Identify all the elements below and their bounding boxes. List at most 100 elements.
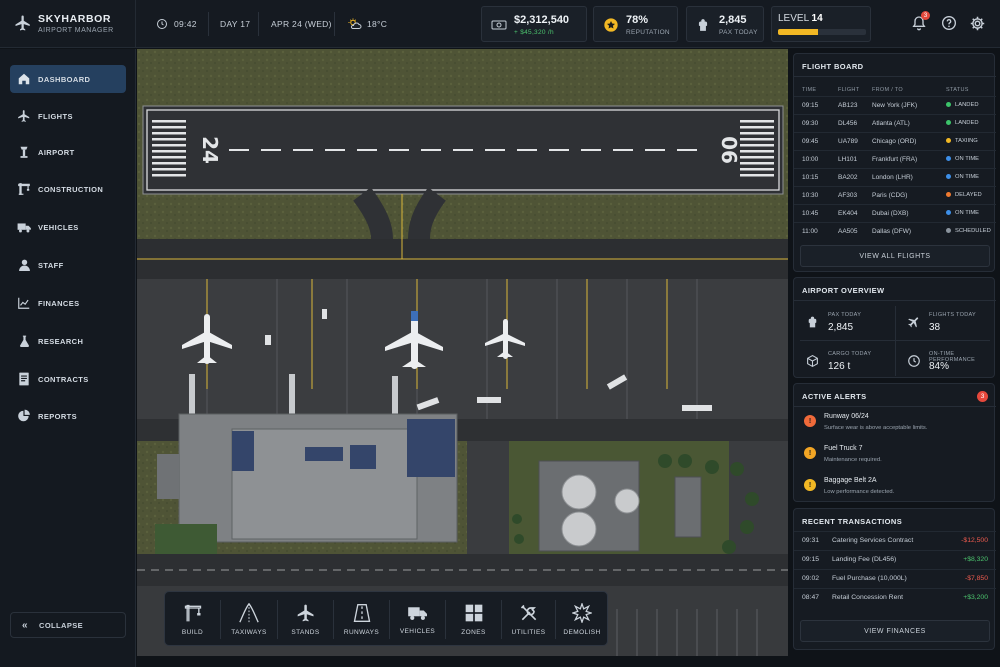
flight-row[interactable]: 09:45 UA789 Chicago (ORD) TAXIING xyxy=(794,132,996,150)
crane-icon xyxy=(184,604,201,622)
level-value: 14 xyxy=(811,13,823,24)
alert-item[interactable]: ! Baggage Belt 2A Low performance detect… xyxy=(794,473,996,505)
top-bar: SKYHARBOR AIRPORT MANAGER 09:42 DAY 17 A… xyxy=(0,0,1000,48)
sidebar-item-vehicles[interactable]: VEHICLES xyxy=(10,213,126,241)
sidebar-item-airport[interactable]: AIRPORT xyxy=(10,138,126,166)
reputation-label: REPUTATION xyxy=(626,29,670,36)
view-finances-button[interactable]: VIEW FINANCES xyxy=(800,620,990,642)
airport-map[interactable]: 24 06 xyxy=(137,49,788,656)
flight-row[interactable]: 09:15 AB123 New York (JFK) LANDED xyxy=(794,96,996,114)
document-icon xyxy=(19,372,29,386)
alerts-count-badge: 3 xyxy=(977,391,988,402)
collapse-label: COLLAPSE xyxy=(39,620,84,630)
overview-on-time: ON-TIME PERFORMANCE 84% xyxy=(895,341,995,381)
help-button[interactable] xyxy=(941,15,957,36)
tool-vehicles[interactable]: VEHICLES xyxy=(390,592,445,647)
help-icon xyxy=(942,16,956,30)
status-dot xyxy=(946,120,951,125)
flight-time: 10:30 xyxy=(802,192,819,199)
cash-icon xyxy=(491,20,507,30)
sidebar-item-label: VEHICLES xyxy=(38,222,79,232)
pax-value: 2,845 xyxy=(719,14,747,26)
tool-zones[interactable]: ZONES xyxy=(446,592,501,647)
tool-stands[interactable]: STANDS xyxy=(278,592,333,647)
sidebar-item-flights[interactable]: FLIGHTS xyxy=(10,102,126,130)
flight-status-text: ON TIME xyxy=(955,156,980,163)
flight-number: EK404 xyxy=(838,210,858,217)
sidebar-item-finances[interactable]: FINANCES xyxy=(10,289,126,317)
notifications-button[interactable]: 3 xyxy=(911,11,930,37)
flight-status: LANDED xyxy=(946,102,979,108)
col-header-flight: FLIGHT xyxy=(838,87,860,93)
overview-title: AIRPORT OVERVIEW xyxy=(802,286,885,295)
money-stat[interactable]: $2,312,540 + $45,320 /h xyxy=(481,6,587,42)
tool-demolish[interactable]: DEMOLISH xyxy=(556,592,608,647)
alert-item[interactable]: ! Runway 06/24 Surface wear is above acc… xyxy=(794,409,996,441)
star-icon xyxy=(604,18,618,32)
transaction-row[interactable]: 09:31 Catering Services Contract -$12,500 xyxy=(794,531,996,550)
passenger-icon xyxy=(698,19,708,31)
apron[interactable] xyxy=(137,279,788,419)
fuel-tank-2[interactable] xyxy=(561,511,597,547)
flight-row[interactable]: 11:00 AA505 Dallas (DFW) SCHEDULED xyxy=(794,222,996,240)
sidebar-item-research[interactable]: RESEARCH xyxy=(10,327,126,355)
flight-time: 10:15 xyxy=(802,174,819,181)
person-icon xyxy=(18,259,30,271)
view-all-flights-button[interactable]: VIEW ALL FLIGHTS xyxy=(800,245,990,267)
flight-row[interactable]: 10:00 LH101 Frankfurt (FRA) ON TIME xyxy=(794,150,996,168)
transaction-amount: -$12,500 xyxy=(961,537,988,544)
plane-icon xyxy=(18,110,30,122)
gear-icon xyxy=(970,16,985,31)
maintenance-building[interactable] xyxy=(674,476,702,538)
transaction-row[interactable]: 09:02 Fuel Purchase (10,000L) -$7,850 xyxy=(794,569,996,588)
clock-time: 09:42 xyxy=(174,19,197,29)
flight-time: 10:45 xyxy=(802,210,819,217)
sidebar-item-staff[interactable]: STAFF xyxy=(10,251,126,279)
plane-icon xyxy=(908,317,919,328)
tool-taxiways[interactable]: TAXIWAYS xyxy=(221,592,277,647)
runway-icon xyxy=(353,604,370,622)
collapse-button[interactable]: « COLLAPSE xyxy=(10,612,126,638)
flight-route: Frankfurt (FRA) xyxy=(872,156,918,163)
pax-label: PAX TODAY xyxy=(719,29,758,36)
tool-build[interactable]: BUILD xyxy=(165,592,220,647)
sidebar-item-construction[interactable]: CONSTRUCTION xyxy=(10,175,126,203)
status-dot xyxy=(946,102,951,107)
flight-status: ON TIME xyxy=(946,210,979,216)
flight-row[interactable]: 10:15 BA202 London (LHR) ON TIME xyxy=(794,168,996,186)
sidebar-item-reports[interactable]: REPORTS xyxy=(10,402,126,430)
alert-item[interactable]: ! Fuel Truck 7 Maintenance required. xyxy=(794,441,996,473)
reputation-value: 78% xyxy=(626,14,649,26)
sidebar-item-label: FLIGHTS xyxy=(38,111,73,121)
fuel-tank-1[interactable] xyxy=(561,474,597,510)
overview-flights: FLIGHTS TODAY 38 xyxy=(895,302,995,342)
level-stat[interactable]: LEVEL 14 xyxy=(771,6,871,42)
tool-utilities[interactable]: UTILITIES xyxy=(502,592,555,647)
airport-overview-panel: AIRPORT OVERVIEW PAX TODAY 2,845 FLIGHTS… xyxy=(793,277,996,381)
flight-status: ON TIME xyxy=(946,174,979,180)
flight-board-title: FLIGHT BOARD xyxy=(802,62,864,71)
sidebar-item-label: AIRPORT xyxy=(38,147,75,157)
grid-icon xyxy=(465,604,482,622)
transaction-amount: +$3,200 xyxy=(963,594,988,601)
sidebar-item-label: DASHBOARD xyxy=(38,74,91,84)
flight-row[interactable]: 09:30 DL456 Atlanta (ATL) LANDED xyxy=(794,114,996,132)
flight-status-text: ON TIME xyxy=(955,210,980,217)
map-canvas[interactable]: 24 06 xyxy=(137,49,788,656)
settings-button[interactable] xyxy=(969,15,986,37)
tool-runways[interactable]: RUNWAYS xyxy=(334,592,389,647)
flight-status: DELAYED xyxy=(946,192,982,198)
transaction-time: 08:47 xyxy=(802,594,820,601)
transaction-time: 09:15 xyxy=(802,556,820,563)
flight-route: Paris (CDG) xyxy=(872,192,908,199)
pax-stat[interactable]: 2,845 PAX TODAY xyxy=(686,6,764,42)
transaction-row[interactable]: 09:15 Landing Fee (DL456) +$8,320 xyxy=(794,550,996,569)
flight-row[interactable]: 10:45 EK404 Dubai (DXB) ON TIME xyxy=(794,204,996,222)
fuel-tank-3[interactable] xyxy=(614,488,640,514)
flight-status-text: DELAYED xyxy=(955,192,982,199)
sidebar-item-contracts[interactable]: CONTRACTS xyxy=(10,365,126,393)
flight-row[interactable]: 10:30 AF303 Paris (CDG) DELAYED xyxy=(794,186,996,204)
sidebar-item-dashboard[interactable]: DASHBOARD xyxy=(10,65,126,93)
transaction-row[interactable]: 08:47 Retail Concession Rent +$3,200 xyxy=(794,588,996,607)
reputation-stat[interactable]: 78% REPUTATION xyxy=(593,6,678,42)
